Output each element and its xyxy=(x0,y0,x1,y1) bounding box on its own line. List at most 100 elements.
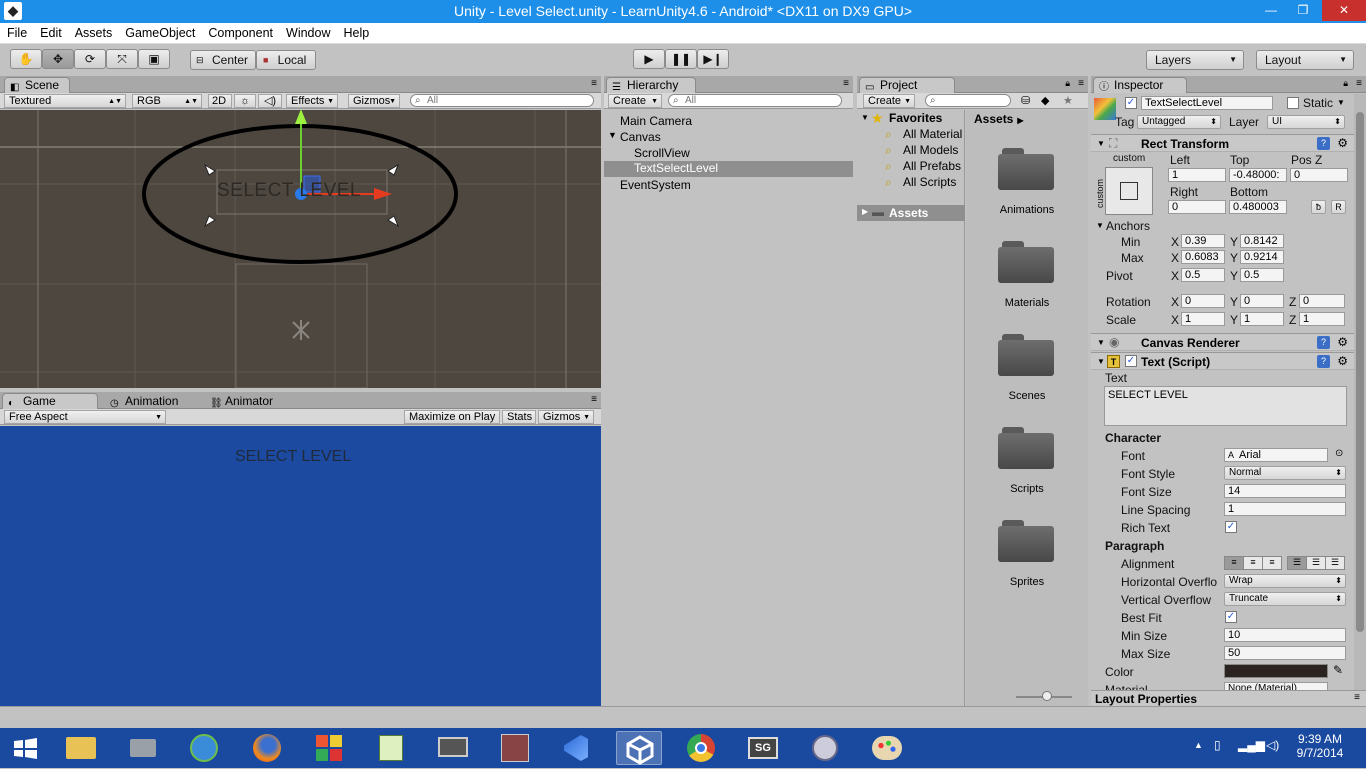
eyedropper-icon[interactable]: ✎ xyxy=(1333,663,1343,677)
folder-icon[interactable] xyxy=(998,241,1054,283)
max-size-field[interactable]: 50 xyxy=(1224,646,1346,660)
align-right-icon[interactable]: ≡ xyxy=(1262,557,1281,569)
paint-app-icon[interactable] xyxy=(864,731,910,765)
panel-menu-icon[interactable]: ≡ xyxy=(591,78,597,89)
canvas-renderer-header[interactable]: ▼ ◉ Canvas Renderer ? ⚙ xyxy=(1091,333,1354,351)
tab-hierarchy[interactable]: ☰ Hierarchy xyxy=(606,77,696,93)
horizontal-overflow-dropdown[interactable]: Wrap ⬍ xyxy=(1224,574,1346,588)
menu-assets[interactable]: Assets xyxy=(68,23,119,40)
text-content-area[interactable]: SELECT LEVEL xyxy=(1104,386,1347,426)
hierarchy-item-canvas[interactable]: Canvas xyxy=(620,130,661,144)
device-icon[interactable]: ▯ xyxy=(1214,738,1221,752)
play-button[interactable]: ▶ xyxy=(633,49,665,69)
scene-viewport[interactable]: SELECT LEVEL xyxy=(0,110,601,388)
panel-menu-icon[interactable]: ≡ xyxy=(591,394,597,405)
menu-help[interactable]: Help xyxy=(336,23,375,40)
close-button[interactable]: ✕ xyxy=(1322,0,1366,21)
folder-icon[interactable] xyxy=(998,334,1054,376)
audio-toggle[interactable]: ◁) xyxy=(258,94,282,108)
anchor-max-x-field[interactable]: 0.6083 xyxy=(1181,250,1225,264)
office-app-icon[interactable] xyxy=(306,731,352,765)
folder-animations[interactable]: Animations xyxy=(977,204,1077,216)
favorite-all-scripts[interactable]: All Scripts xyxy=(903,175,956,189)
lighting-toggle[interactable]: ☼ xyxy=(234,94,256,108)
active-checkbox[interactable]: ✓ xyxy=(1125,97,1137,109)
pivot-x-field[interactable]: 0.5 xyxy=(1181,268,1225,282)
menu-component[interactable]: Component xyxy=(201,23,279,40)
pivot-toggle-button[interactable]: ⊟ Center xyxy=(190,50,256,70)
panel-menu-icon[interactable]: ≡ xyxy=(1354,692,1360,703)
scene-search-input[interactable]: ⌕ All xyxy=(410,94,594,107)
layout-properties-bar[interactable]: Layout Properties ≡ xyxy=(1091,690,1366,706)
font-style-dropdown[interactable]: Normal ⬍ xyxy=(1224,466,1346,480)
hierarchy-item-scrollview[interactable]: ScrollView xyxy=(634,146,690,160)
gizmos-dropdown[interactable]: Gizmos ▼ xyxy=(348,94,400,108)
pause-button[interactable]: ❚❚ xyxy=(665,49,697,69)
restore-button[interactable]: ❐ xyxy=(1288,0,1318,21)
inspector-scrollbar[interactable] xyxy=(1354,94,1366,706)
pivot-y-field[interactable]: 0.5 xyxy=(1240,268,1284,282)
anchor-min-y-field[interactable]: 0.8142 xyxy=(1240,234,1284,248)
chrome-icon[interactable] xyxy=(678,731,724,765)
right-field[interactable]: 0 xyxy=(1168,200,1226,214)
help-icon[interactable]: ? xyxy=(1317,355,1330,368)
bottom-field[interactable]: 0.480003 xyxy=(1229,200,1287,214)
object-picker-icon[interactable]: ⊙ xyxy=(1335,448,1343,459)
layer-dropdown[interactable]: UI ⬍ xyxy=(1267,115,1345,129)
expand-triangle-icon[interactable]: ▼ xyxy=(861,113,869,122)
menu-gameobject[interactable]: GameObject xyxy=(118,23,201,40)
anchor-preset-button[interactable] xyxy=(1105,167,1153,215)
panel-menu-icon[interactable]: ≡ xyxy=(1356,78,1362,89)
folder-materials[interactable]: Materials xyxy=(977,297,1077,309)
favorites-header[interactable]: Favorites xyxy=(889,111,942,125)
game-app-icon[interactable] xyxy=(492,731,538,765)
min-size-field[interactable]: 10 xyxy=(1224,628,1346,642)
notepad-app-icon[interactable] xyxy=(368,731,414,765)
aspect-dropdown[interactable]: Free Aspect ▼ xyxy=(4,410,166,424)
rect-transform-header[interactable]: ▼ ⛶ Rect Transform ? ⚙ xyxy=(1091,134,1354,152)
rotate-tool-button[interactable]: ⟳ xyxy=(74,49,106,69)
minimize-button[interactable]: ― xyxy=(1256,0,1286,21)
rich-text-checkbox[interactable]: ✓ xyxy=(1225,521,1237,533)
raw-edit-button[interactable]: R xyxy=(1331,200,1346,214)
folder-icon[interactable] xyxy=(998,427,1054,469)
assets-tree-item[interactable]: ▶ ▬ Assets xyxy=(857,205,965,221)
2d-toggle[interactable]: 2D xyxy=(208,94,232,108)
folder-icon[interactable] xyxy=(998,520,1054,562)
globe-app-icon[interactable] xyxy=(182,731,228,765)
hierarchy-item-textselectlevel[interactable]: TextSelectLevel xyxy=(604,161,853,177)
menu-edit[interactable]: Edit xyxy=(33,23,68,40)
rotation-y-field[interactable]: 0 xyxy=(1240,294,1284,308)
maximize-on-play-toggle[interactable]: Maximize on Play xyxy=(404,410,500,424)
scale-z-field[interactable]: 1 xyxy=(1299,312,1345,326)
align-left-icon[interactable]: ≡ xyxy=(1225,557,1243,569)
game-viewport[interactable]: SELECT LEVEL xyxy=(0,426,601,706)
project-search-input[interactable]: ⌕ xyxy=(925,94,1011,107)
expand-triangle-icon[interactable]: ▼ xyxy=(608,130,617,140)
menu-window[interactable]: Window xyxy=(279,23,336,40)
tag-dropdown[interactable]: Untagged ⬍ xyxy=(1137,115,1221,129)
help-icon[interactable]: ? xyxy=(1317,137,1330,150)
font-size-field[interactable]: 14 xyxy=(1224,484,1346,498)
left-field[interactable]: 1 xyxy=(1168,168,1226,182)
sg-app-icon[interactable]: SG xyxy=(740,731,786,765)
expand-triangle-icon[interactable]: ▼ xyxy=(1096,221,1104,230)
tab-scene[interactable]: ◧ Scene xyxy=(4,77,70,93)
filter-type-icon[interactable]: ⛁ xyxy=(1021,94,1030,107)
clock[interactable]: 9:39 AM 9/7/2014 xyxy=(1290,732,1350,760)
anchor-max-y-field[interactable]: 0.9214 xyxy=(1240,250,1284,264)
blueprint-mode-button[interactable]: ƀ xyxy=(1311,200,1326,214)
expand-triangle-icon[interactable]: ▼ xyxy=(1097,139,1105,148)
move-tool-button[interactable]: ✥ xyxy=(42,49,74,69)
file-explorer-icon[interactable] xyxy=(58,731,104,765)
layout-dropdown[interactable]: Layout ▼ xyxy=(1256,50,1354,70)
lock-icon[interactable]: 🔒︎ xyxy=(1065,78,1070,89)
align-center-icon[interactable]: ≡ xyxy=(1243,557,1262,569)
align-middle-icon[interactable]: ☰ xyxy=(1306,557,1325,569)
scale-tool-button[interactable]: ⤧ xyxy=(106,49,138,69)
tab-inspector[interactable]: ⓘ Inspector xyxy=(1093,77,1187,93)
space-toggle-button[interactable]: ■ Local xyxy=(256,50,316,70)
gear-icon[interactable]: ⚙ xyxy=(1337,354,1348,368)
folder-scripts[interactable]: Scripts xyxy=(977,483,1077,495)
scale-y-field[interactable]: 1 xyxy=(1240,312,1284,326)
